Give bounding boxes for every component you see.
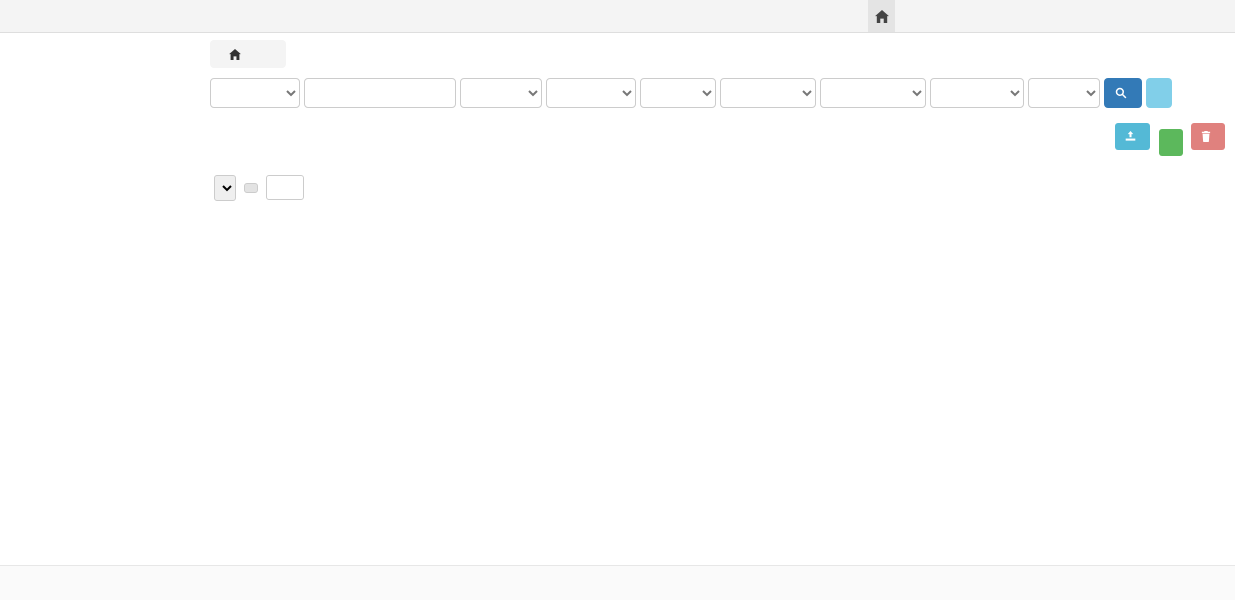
search-button[interactable] — [1104, 78, 1142, 108]
name-search-input[interactable] — [304, 78, 456, 108]
batch-delete-button[interactable] — [1191, 123, 1225, 150]
level2-category-select[interactable] — [546, 78, 636, 108]
main-content — [210, 40, 1225, 201]
feature-category-select[interactable] — [820, 78, 926, 108]
module-sub-category-select[interactable] — [720, 78, 816, 108]
header-right — [868, 0, 913, 32]
breadcrumb — [210, 40, 286, 68]
page-number-input[interactable] — [266, 175, 304, 200]
house-icon — [875, 10, 889, 23]
upload-icon — [1125, 131, 1136, 142]
jump-to-button[interactable] — [244, 183, 258, 193]
pagination-row — [210, 175, 1220, 201]
import-excel-button[interactable] — [1115, 123, 1150, 150]
top-header-bar — [0, 0, 1235, 33]
add-button[interactable] — [1159, 129, 1183, 156]
user-menu[interactable] — [910, 9, 913, 23]
item-type-select[interactable] — [930, 78, 1024, 108]
status-select[interactable] — [1028, 78, 1100, 108]
filter-bar — [210, 78, 1225, 108]
level1-category-select[interactable] — [460, 78, 542, 108]
data-source-select[interactable] — [210, 78, 300, 108]
page-footer — [0, 565, 1235, 600]
sidebar — [8, 46, 190, 70]
action-toolbar — [210, 123, 1225, 156]
module-select[interactable] — [640, 78, 716, 108]
sidebar-title — [8, 46, 190, 67]
house-icon — [229, 49, 241, 60]
trash-icon — [1201, 131, 1211, 142]
reset-button[interactable] — [1146, 78, 1172, 108]
search-icon — [1115, 87, 1127, 99]
per-page-select[interactable] — [214, 175, 236, 201]
home-button[interactable] — [868, 0, 895, 32]
page-info — [210, 175, 308, 201]
